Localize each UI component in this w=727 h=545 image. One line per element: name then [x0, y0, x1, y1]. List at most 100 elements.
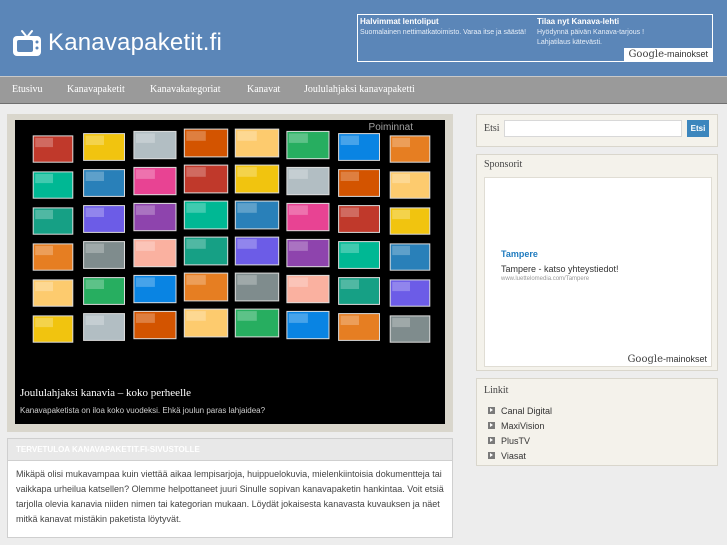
slideshow-caption: Joululahjaksi kanavia – koko perheelle K…: [15, 384, 445, 424]
nav-item-kanavakategoriat[interactable]: Kanavakategoriat: [150, 84, 221, 95]
tv-screen-shine: [288, 277, 308, 287]
tv-screen-shine: [85, 135, 104, 145]
header-ad-1[interactable]: Halvimmat lentoliput Suomalainen nettima…: [360, 17, 528, 38]
tv-screen-shine: [35, 317, 53, 328]
slideshow-more-link[interactable]: Poiminnat: [369, 122, 413, 133]
tv-screen-shine: [35, 245, 53, 256]
tv-screen-shine: [340, 207, 359, 217]
tv-screen-shine: [340, 135, 359, 145]
tv-screen-shine: [85, 279, 104, 289]
link-label[interactable]: Canal Digital: [501, 406, 552, 416]
tv-screen-shine: [392, 137, 410, 148]
search-box: Etsi Etsi: [476, 114, 718, 147]
tv-icon: [12, 28, 42, 58]
link-maxivision[interactable]: MaxiVision: [488, 418, 552, 433]
google-ads-badge[interactable]: Google-mainokset: [624, 48, 712, 61]
arrow-bullet-icon: [488, 437, 495, 444]
arrow-bullet-icon: [488, 452, 495, 459]
links-list: Canal Digital MaxiVision PlusTV Viasat: [488, 403, 552, 463]
link-viasat[interactable]: Viasat: [488, 448, 552, 463]
tv-screen-shine: [392, 245, 410, 256]
tv-screen-shine: [392, 317, 410, 328]
link-label[interactable]: MaxiVision: [501, 421, 544, 431]
welcome-box: TERVETULOA KANAVAPAKETIT.FI-SIVUSTOLLE M…: [7, 438, 453, 538]
tv-screen-shine: [392, 281, 410, 292]
sponsor-ad-url[interactable]: www.luettelomedia.com/Tampere: [501, 276, 589, 282]
search-button[interactable]: Etsi: [687, 120, 709, 137]
link-label[interactable]: Viasat: [501, 451, 526, 461]
tv-screen-shine: [186, 167, 206, 177]
tv-screen-shine: [237, 131, 257, 141]
sponsor-ad[interactable]: Tampere Tampere - katso yhteystiedot! ww…: [484, 177, 712, 367]
tv-screen-shine: [237, 275, 257, 285]
sponsor-google-label: -mainokset: [662, 354, 707, 364]
logo-text: Kanavapaketit.fi: [48, 29, 222, 56]
tv-screen-shine: [186, 311, 206, 321]
link-plustv[interactable]: PlusTV: [488, 433, 552, 448]
tv-screen-shine: [288, 205, 308, 215]
tv-screen-shine: [340, 279, 359, 289]
tv-screen-shine: [135, 205, 155, 215]
google-badge-brand: Google: [628, 49, 664, 60]
sponsor-google-brand: Google: [627, 354, 663, 365]
tv-screen-shine: [340, 315, 359, 325]
link-canal-digital[interactable]: Canal Digital: [488, 403, 552, 418]
tv-screen-shine: [186, 239, 206, 249]
tv-screen-shine: [237, 203, 257, 213]
tv-screen-shine: [85, 315, 104, 325]
links-title: Linkit: [484, 385, 509, 396]
tv-screen-shine: [288, 241, 308, 251]
header-ad-box: Halvimmat lentoliput Suomalainen nettima…: [357, 14, 713, 62]
tv-screen-shine: [85, 207, 104, 217]
header-ad-1-text: Suomalainen nettimatkatoimisto. Varaa it…: [360, 29, 527, 36]
search-input[interactable]: [504, 120, 682, 137]
header-ad-2[interactable]: Tilaa nyt Kanava-lehti Hyödynnä päivän K…: [537, 17, 677, 48]
slideshow-caption-title[interactable]: Joululahjaksi kanavia – koko perheelle: [20, 387, 191, 399]
tv-screen-shine: [35, 173, 53, 184]
sponsors-box: Sponsorit Tampere Tampere - katso yhteys…: [476, 154, 718, 371]
google-badge-label: -mainokset: [663, 49, 708, 59]
tv-screen-shine: [340, 243, 359, 253]
nav-item-joululahjaksi[interactable]: Joululahjaksi kanavapaketti: [304, 84, 415, 95]
tv-screen-shine: [135, 169, 155, 179]
header-ad-1-title[interactable]: Halvimmat lentoliput: [360, 17, 528, 27]
header-ad-2-title[interactable]: Tilaa nyt Kanava-lehti: [537, 17, 677, 27]
header-ad-2-text: Hyödynnä päivän Kanava-tarjous ! Lahjati…: [537, 29, 645, 46]
tv-screen-shine: [392, 173, 410, 184]
sponsor-ad-text: Tampere - katso yhteystiedot!: [501, 264, 619, 274]
arrow-bullet-icon: [488, 407, 495, 414]
tv-screen-shine: [288, 133, 308, 143]
link-label[interactable]: PlusTV: [501, 436, 530, 446]
tv-screen-shine: [35, 209, 53, 220]
tv-screen-shine: [237, 311, 257, 321]
sponsors-title: Sponsorit: [484, 159, 523, 170]
links-box: Linkit Canal Digital MaxiVision PlusTV V…: [476, 378, 718, 466]
tv-screen-shine: [186, 203, 206, 213]
tv-screen-shine: [35, 281, 53, 292]
tv-screen-shine: [288, 313, 308, 323]
slideshow[interactable]: Poiminnat Joululahjaksi kanavia – koko p…: [15, 120, 445, 424]
tv-screen-shine: [237, 239, 257, 249]
tv-screen-shine: [85, 243, 104, 253]
tv-screen-shine: [135, 241, 155, 251]
arrow-bullet-icon: [488, 422, 495, 429]
nav-item-kanavat[interactable]: Kanavat: [247, 84, 280, 95]
tv-screen-shine: [186, 131, 206, 141]
welcome-title: TERVETULOA KANAVAPAKETIT.FI-SIVUSTOLLE: [8, 439, 452, 461]
tv-screen-shine: [135, 313, 155, 323]
tv-screen-shine: [135, 277, 155, 287]
tv-wall-image: [32, 128, 431, 343]
tv-screen-shine: [186, 275, 206, 285]
tv-screen-shine: [135, 133, 155, 143]
site-logo[interactable]: Kanavapaketit.fi: [12, 26, 222, 60]
nav-item-etusivu[interactable]: Etusivu: [12, 84, 43, 95]
tv-screen-shine: [392, 209, 410, 220]
search-label: Etsi: [484, 123, 500, 134]
sponsor-ad-link[interactable]: Tampere: [501, 249, 538, 259]
welcome-body: Mikäpä olisi mukavampaa kuin viettää aik…: [16, 469, 444, 524]
tv-screen-shine: [237, 167, 257, 177]
sponsor-google-badge[interactable]: Google-mainokset: [623, 353, 711, 366]
tv-screen-shine: [288, 169, 308, 179]
nav-item-kanavapaketit[interactable]: Kanavapaketit: [67, 84, 125, 95]
tv-screen-shine: [35, 137, 53, 148]
